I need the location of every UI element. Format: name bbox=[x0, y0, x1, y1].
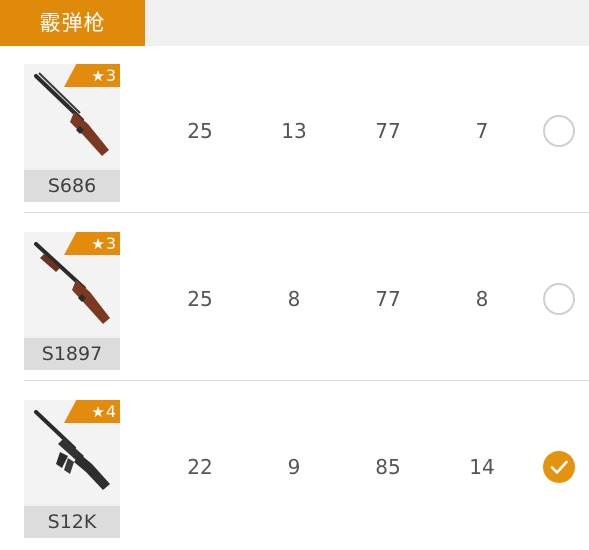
stat-value: 7 bbox=[475, 119, 489, 143]
stat-value: 25 bbox=[187, 119, 213, 143]
weapon-name: S686 bbox=[24, 170, 120, 202]
weapon-row[interactable]: ★4 S12K 22 9 85 14 bbox=[0, 382, 589, 550]
tab-shotgun[interactable]: 霰弹枪 bbox=[0, 0, 145, 46]
stat-value: 77 bbox=[375, 119, 401, 143]
stat-value: 8 bbox=[475, 287, 489, 311]
divider bbox=[24, 380, 589, 381]
double-barrel-shotgun-icon: ★3 bbox=[24, 64, 120, 168]
checkmark-icon bbox=[550, 460, 568, 474]
stat-value: 14 bbox=[469, 455, 495, 479]
stat-value: 25 bbox=[187, 287, 213, 311]
select-radio[interactable] bbox=[543, 115, 575, 147]
star-icon: ★ bbox=[91, 403, 105, 421]
weapon-card[interactable]: ★3 S1897 bbox=[24, 232, 120, 370]
stat-value: 22 bbox=[187, 455, 213, 479]
category-header: 霰弹枪 bbox=[0, 0, 589, 46]
divider bbox=[24, 212, 589, 213]
select-radio-checked[interactable] bbox=[543, 451, 575, 483]
star-icon: ★ bbox=[91, 235, 105, 253]
weapon-name: S1897 bbox=[24, 338, 120, 370]
stat-value: 9 bbox=[287, 455, 301, 479]
auto-shotgun-icon: ★4 bbox=[24, 400, 120, 504]
weapon-row[interactable]: ★3 S1897 25 8 77 8 bbox=[0, 214, 589, 382]
pump-shotgun-icon: ★3 bbox=[24, 232, 120, 336]
weapon-row[interactable]: ★3 S686 25 13 77 7 bbox=[0, 46, 589, 214]
stat-value: 8 bbox=[287, 287, 301, 311]
select-radio[interactable] bbox=[543, 283, 575, 315]
weapon-card[interactable]: ★4 S12K bbox=[24, 400, 120, 538]
stat-value: 13 bbox=[281, 119, 307, 143]
weapon-card[interactable]: ★3 S686 bbox=[24, 64, 120, 202]
stat-value: 77 bbox=[375, 287, 401, 311]
stat-value: 85 bbox=[375, 455, 401, 479]
star-icon: ★ bbox=[91, 67, 105, 85]
weapon-name: S12K bbox=[24, 506, 120, 538]
